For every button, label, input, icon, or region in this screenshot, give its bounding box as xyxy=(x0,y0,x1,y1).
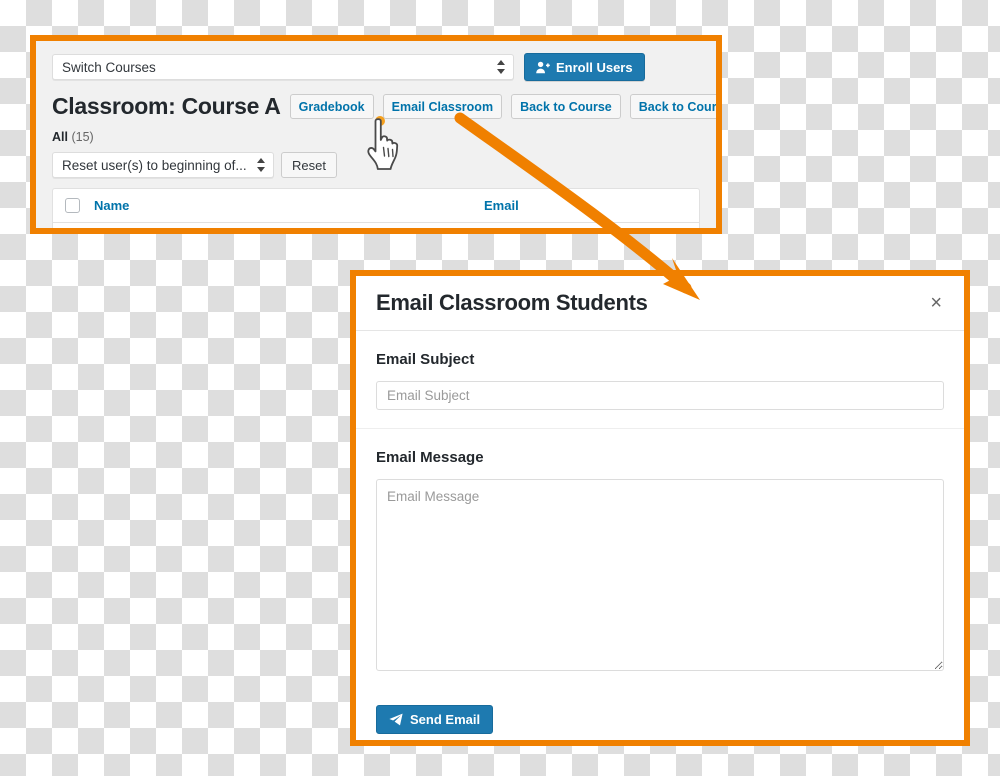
subsubsub-filter: All (15) xyxy=(36,120,716,144)
bulk-action-select-value: Reset user(s) to beginning of... xyxy=(62,157,247,173)
switch-courses-select[interactable]: Switch Courses xyxy=(52,54,514,80)
filter-all-count: (15) xyxy=(71,130,94,144)
column-header-name[interactable]: Name xyxy=(94,198,484,213)
modal-title: Email Classroom Students xyxy=(376,290,648,315)
modal-header: Email Classroom Students × xyxy=(356,276,964,331)
enroll-users-button[interactable]: Enroll Users xyxy=(524,53,645,81)
admin-screen-highlight-box: Switch Courses Enroll Users Classroom: C… xyxy=(30,35,722,234)
table-header-row: Name Email xyxy=(53,189,699,223)
enroll-users-button-label: Enroll Users xyxy=(556,59,633,75)
toolbar-row: Switch Courses Enroll Users xyxy=(36,41,716,81)
page-title: Classroom: Course A xyxy=(52,93,281,119)
column-header-email[interactable]: Email xyxy=(484,198,519,213)
modal-footer: Send Email xyxy=(356,689,964,734)
send-email-button[interactable]: Send Email xyxy=(376,705,494,734)
admin-screen: Switch Courses Enroll Users Classroom: C… xyxy=(36,41,716,228)
email-classroom-button[interactable]: Email Classroom xyxy=(382,94,503,119)
user-plus-icon xyxy=(536,61,550,73)
users-list-table: Name Email xyxy=(52,188,700,228)
email-classroom-modal: Email Classroom Students × Email Subject… xyxy=(356,276,964,740)
email-message-label: Email Message xyxy=(376,449,484,466)
switch-courses-select-value: Switch Courses xyxy=(62,59,156,75)
email-message-textarea[interactable] xyxy=(376,479,944,671)
bulk-action-select[interactable]: Reset user(s) to beginning of... xyxy=(52,152,274,178)
select-updown-icon xyxy=(497,60,505,74)
select-all-checkbox[interactable] xyxy=(65,198,80,213)
gradebook-button[interactable]: Gradebook xyxy=(289,94,374,119)
email-subject-input[interactable] xyxy=(376,381,944,410)
back-to-course-button[interactable]: Back to Course xyxy=(511,94,621,119)
filter-all-label[interactable]: All xyxy=(52,130,68,144)
paper-plane-icon xyxy=(389,713,403,726)
email-subject-section: Email Subject xyxy=(356,331,964,429)
close-icon[interactable]: × xyxy=(928,293,944,313)
bulk-actions-row: Reset user(s) to beginning of... Reset xyxy=(36,144,716,178)
email-modal-highlight-box: Email Classroom Students × Email Subject… xyxy=(350,270,970,746)
email-message-section: Email Message xyxy=(356,429,964,689)
reset-button[interactable]: Reset xyxy=(281,152,337,178)
select-updown-icon xyxy=(257,158,265,172)
title-row: Classroom: Course A Gradebook Email Clas… xyxy=(36,81,716,120)
email-subject-label: Email Subject xyxy=(376,351,475,368)
send-email-button-label: Send Email xyxy=(410,712,481,727)
back-to-courses-button[interactable]: Back to Courses xyxy=(629,94,716,119)
